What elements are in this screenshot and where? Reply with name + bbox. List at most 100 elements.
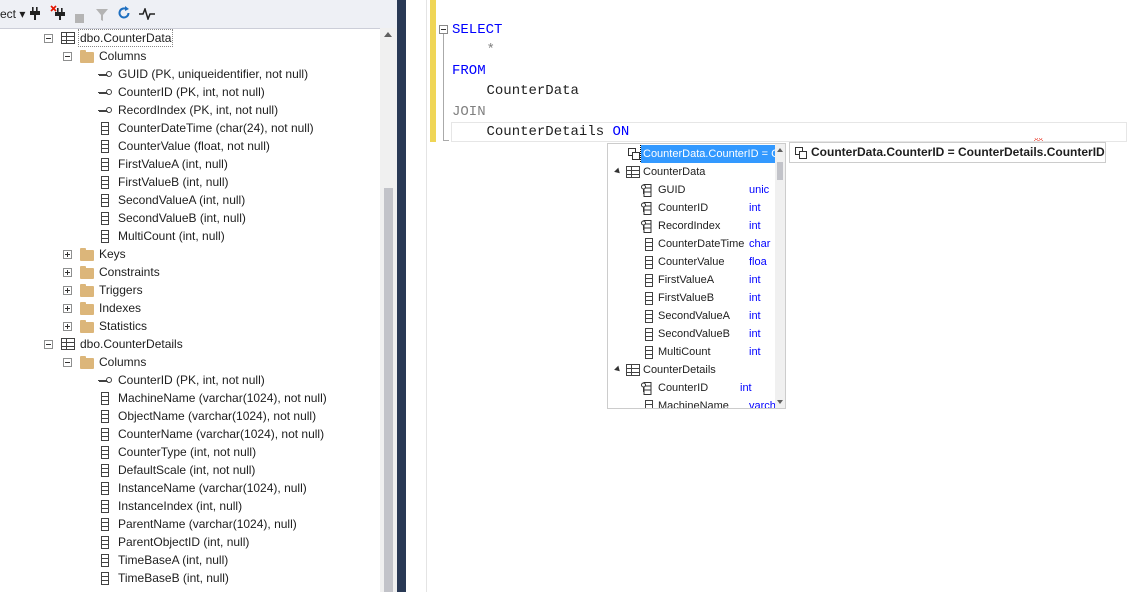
intellisense-item[interactable]: RecordIndex int: [608, 217, 776, 235]
tree-node-column[interactable]: ObjectName (varchar(1024), not null): [0, 407, 378, 425]
intellisense-item[interactable]: GUID unic: [608, 181, 776, 199]
code-token: SELECT: [452, 22, 503, 38]
intellisense-item[interactable]: MachineName varch: [608, 397, 776, 409]
expand-node-icon[interactable]: [63, 268, 72, 277]
intellisense-group[interactable]: CounterDetails: [608, 361, 776, 379]
change-tracking-margin: [430, 0, 436, 142]
tree-scrollbar[interactable]: [380, 28, 397, 592]
tree-node-column[interactable]: TimeBaseA (int, null): [0, 551, 378, 569]
collapse-node-icon[interactable]: [44, 34, 53, 43]
tree-node-key[interactable]: GUID (PK, uniqueidentifier, not null): [0, 65, 378, 83]
intellisense-item-label: MachineName: [658, 400, 729, 409]
collapse-node-icon[interactable]: [44, 340, 53, 349]
table-icon: [61, 32, 75, 44]
intellisense-item-label: CounterID: [658, 202, 709, 214]
tree-node-column[interactable]: DefaultScale (int, not null): [0, 461, 378, 479]
intellisense-item-label: CounterDateTime: [658, 238, 745, 250]
folder-icon: [80, 302, 94, 315]
table-icon: [61, 338, 75, 350]
connect-plug-icon[interactable]: [29, 7, 41, 25]
tree-node-column[interactable]: FirstValueA (int, null): [0, 155, 378, 173]
tree-node-column[interactable]: InstanceIndex (int, null): [0, 497, 378, 515]
tree-node-label: InstanceName (varchar(1024), null): [118, 481, 307, 495]
tree-node-column[interactable]: FirstValueB (int, null): [0, 173, 378, 191]
tree-node-folder[interactable]: Indexes: [0, 299, 378, 317]
intellisense-item[interactable]: FirstValueB int: [608, 289, 776, 307]
intellisense-popup[interactable]: CounterData.CounterID = CounterDetails.C…: [607, 143, 786, 409]
tree-node-label: TimeBaseA (int, null): [118, 553, 229, 567]
intellisense-item[interactable]: SecondValueB int: [608, 325, 776, 343]
folder-icon: [80, 50, 94, 63]
expand-node-icon[interactable]: [63, 304, 72, 313]
tooltip-text: CounterData.CounterID = CounterDetails.C…: [811, 145, 1105, 159]
column-icon: [101, 518, 109, 531]
tree-node-column[interactable]: MultiCount (int, null): [0, 227, 378, 245]
intellisense-group[interactable]: CounterData: [608, 163, 776, 181]
collapse-node-icon[interactable]: [63, 358, 72, 367]
tree-node-label: CounterID (PK, int, not null): [118, 373, 265, 387]
expand-node-icon[interactable]: [63, 322, 72, 331]
activity-monitor-icon[interactable]: [139, 6, 155, 25]
tree-node-folder[interactable]: Constraints: [0, 263, 378, 281]
intellisense-item-label: SecondValueB: [658, 328, 730, 340]
expand-node-icon[interactable]: [63, 286, 72, 295]
tree-node-column[interactable]: CounterName (varchar(1024), not null): [0, 425, 378, 443]
tree-node-column[interactable]: CounterDateTime (char(24), not null): [0, 119, 378, 137]
intellisense-item-label: FirstValueA: [658, 274, 715, 286]
intellisense-item[interactable]: CounterID int: [608, 199, 776, 217]
code-line: JOIN: [452, 102, 486, 122]
tree-node-folder[interactable]: Keys: [0, 245, 378, 263]
tree-node-label: CounterValue (float, not null): [118, 139, 270, 153]
tree-node-table[interactable]: dbo.CounterData: [0, 29, 378, 47]
intellisense-item[interactable]: CounterID int: [608, 379, 776, 397]
tree-node-key[interactable]: CounterID (PK, int, not null): [0, 371, 378, 389]
tree-node-column[interactable]: ParentName (varchar(1024), null): [0, 515, 378, 533]
column-icon: [645, 256, 653, 269]
column-icon: [645, 346, 653, 359]
tree-node-folder[interactable]: Statistics: [0, 317, 378, 335]
expand-node-icon[interactable]: [63, 250, 72, 259]
tree-node-column[interactable]: MachineName (varchar(1024), not null): [0, 389, 378, 407]
expand-triangle-icon[interactable]: [614, 365, 622, 374]
pane-splitter[interactable]: [397, 0, 406, 592]
tree-node-column[interactable]: TimeBaseB (int, null): [0, 569, 378, 587]
scroll-up-arrow-icon[interactable]: [777, 148, 783, 152]
collapse-region-icon[interactable]: [439, 25, 448, 34]
collapse-node-icon[interactable]: [63, 52, 72, 61]
expand-triangle-icon[interactable]: [614, 167, 622, 176]
intellisense-item[interactable]: CounterData.CounterID = CounterDetails.C…: [608, 145, 776, 163]
tree-node-table[interactable]: dbo.CounterDetails: [0, 335, 378, 353]
tree-node-column[interactable]: ParentObjectID (int, null): [0, 533, 378, 551]
tree-node-label: SecondValueA (int, null): [118, 193, 246, 207]
tree-node-column[interactable]: InstanceName (varchar(1024), null): [0, 479, 378, 497]
refresh-icon[interactable]: [117, 6, 131, 24]
intellisense-item[interactable]: SecondValueA int: [608, 307, 776, 325]
table-icon: [626, 166, 640, 178]
disconnect-plug-icon[interactable]: [50, 5, 66, 23]
tree-node-column[interactable]: SecondValueB (int, null): [0, 209, 378, 227]
scroll-up-arrow-icon[interactable]: [384, 32, 392, 37]
tree-node-key[interactable]: RecordIndex (PK, int, not null): [0, 101, 378, 119]
tree-node-column[interactable]: SecondValueA (int, null): [0, 191, 378, 209]
tree-node-folder[interactable]: Columns: [0, 47, 378, 65]
intellisense-item-type: char: [749, 238, 771, 250]
scroll-thumb[interactable]: [384, 188, 393, 592]
column-icon: [645, 400, 653, 408]
scroll-down-arrow-icon[interactable]: [777, 400, 783, 404]
tree-node-label: GUID (PK, uniqueidentifier, not null): [118, 67, 309, 81]
connect-dropdown[interactable]: ect ▾: [0, 5, 25, 23]
tree-node-label: dbo.CounterData: [78, 29, 174, 47]
intellisense-item[interactable]: MultiCount int: [608, 343, 776, 361]
tree-node-folder[interactable]: Columns: [0, 353, 378, 371]
tree-node-column[interactable]: CounterType (int, not null): [0, 443, 378, 461]
relationship-icon: [795, 147, 807, 159]
tree-node-key[interactable]: CounterID (PK, int, not null): [0, 83, 378, 101]
tree-node-column[interactable]: CounterValue (float, not null): [0, 137, 378, 155]
intellisense-item-label: RecordIndex: [658, 220, 721, 232]
tree-node-folder[interactable]: Triggers: [0, 281, 378, 299]
intellisense-item[interactable]: CounterDateTime char: [608, 235, 776, 253]
intellisense-item[interactable]: CounterValue floa: [608, 253, 776, 271]
intellisense-item[interactable]: FirstValueA int: [608, 271, 776, 289]
scroll-thumb[interactable]: [777, 162, 783, 180]
intellisense-scrollbar[interactable]: [775, 144, 785, 408]
